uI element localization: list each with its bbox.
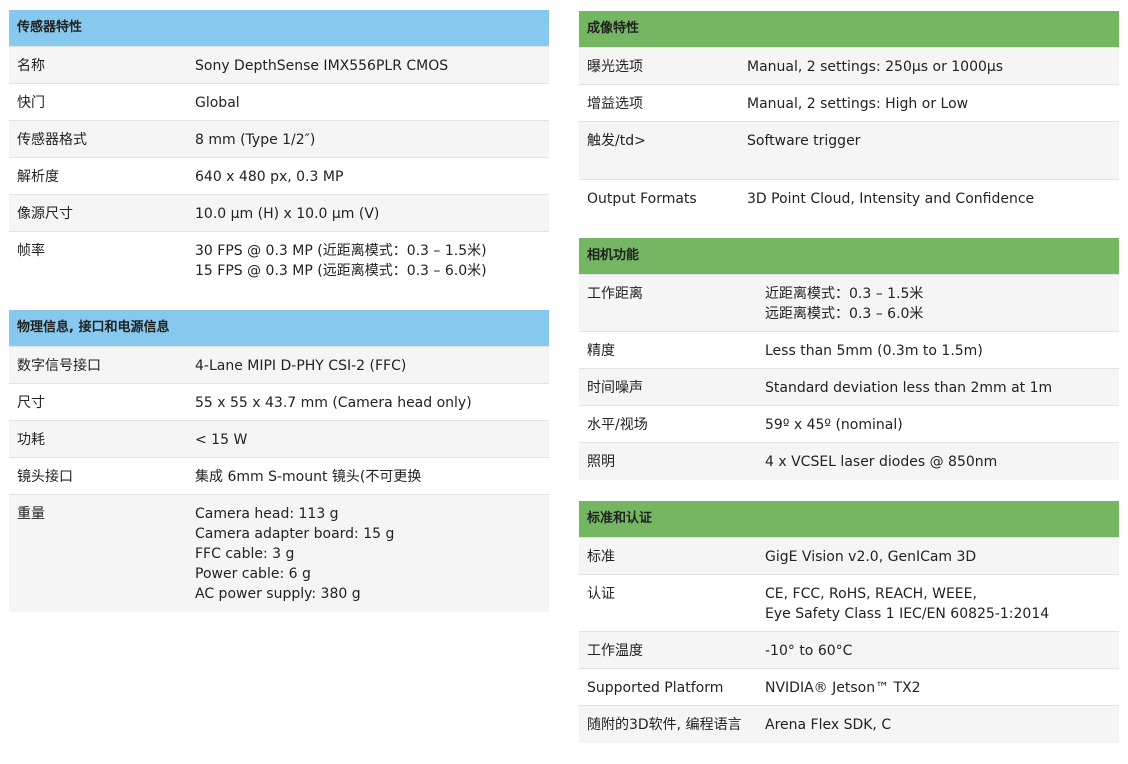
row-value: 640 x 480 px, 0.3 MP xyxy=(195,169,344,185)
standards-section: 标准和认证 标准 GigE Vision v2.0, GenICam 3D 认证… xyxy=(579,501,1119,743)
table-row: 标准 GigE Vision v2.0, GenICam 3D xyxy=(579,538,1119,575)
table-row: 快门 Global xyxy=(9,84,549,121)
table-row: 功耗 < 15 W xyxy=(9,421,549,458)
sensor-section: 传感器特性 名称 Sony DepthSense IMX556PLR CMOS … xyxy=(9,10,549,289)
row-label: 水平/视场 xyxy=(587,417,648,433)
row-value: Manual, 2 settings: 250μs or 1000μs xyxy=(747,59,1004,75)
row-value: 集成 6mm S-mount 镜头(不可更换 xyxy=(195,469,422,485)
row-label: Supported Platform xyxy=(587,680,724,696)
table-row: 数字信号接口 4-Lane MIPI D-PHY CSI-2 (FFC) xyxy=(9,347,549,384)
table-row: 像源尺寸 10.0 µm (H) x 10.0 µm (V) xyxy=(9,195,549,232)
table-row: 水平/视场 59º x 45º (nominal) xyxy=(579,406,1119,443)
table-row: 传感器格式 8 mm (Type 1/2″) xyxy=(9,121,549,158)
row-value: GigE Vision v2.0, GenICam 3D xyxy=(765,549,977,565)
table-row: 触发/td> Software trigger xyxy=(579,122,1119,180)
row-label: 随附的3D软件, 编程语言 xyxy=(587,717,742,733)
row-value: 8 mm (Type 1/2″) xyxy=(195,132,316,148)
row-label: 工作温度 xyxy=(587,643,643,659)
row-value: Arena Flex SDK, C xyxy=(765,717,892,733)
row-value: -10° to 60°C xyxy=(765,643,853,659)
row-label: 数字信号接口 xyxy=(17,358,101,374)
row-label: 解析度 xyxy=(17,169,59,185)
row-value: NVIDIA® Jetson™ TX2 xyxy=(765,680,921,696)
row-label: 触发/td> xyxy=(587,133,646,149)
row-value: 近距离模式：0.3 – 1.5米 远距离模式：0.3 – 6.0米 xyxy=(765,286,924,322)
row-value: CE, FCC, RoHS, REACH, WEEE, Eye Safety C… xyxy=(765,586,1050,622)
row-label: 标准 xyxy=(587,549,615,565)
table-row: 照明 4 x VCSEL laser diodes @ 850nm xyxy=(579,443,1119,480)
row-label: 帧率 xyxy=(17,243,45,259)
table-row: 增益选项 Manual, 2 settings: High or Low xyxy=(579,85,1119,122)
physical-section: 物理信息, 接口和电源信息 数字信号接口 4-Lane MIPI D-PHY C… xyxy=(9,310,549,612)
table-row: Supported Platform NVIDIA® Jetson™ TX2 xyxy=(579,669,1119,706)
row-value: Less than 5mm (0.3m to 1.5m) xyxy=(765,343,983,359)
row-value: Camera head: 113 g Camera adapter board:… xyxy=(195,506,395,602)
table-row: 重量 Camera head: 113 g Camera adapter boa… xyxy=(9,495,549,612)
table-row: 时间噪声 Standard deviation less than 2mm at… xyxy=(579,369,1119,406)
row-label: 传感器格式 xyxy=(17,132,87,148)
row-label: 工作距离 xyxy=(587,286,643,302)
row-value: 10.0 µm (H) x 10.0 µm (V) xyxy=(195,206,380,222)
row-label: Output Formats xyxy=(587,191,697,207)
sensor-section-title: 传感器特性 xyxy=(9,10,549,47)
row-label: 尺寸 xyxy=(17,395,45,411)
row-label: 曝光选项 xyxy=(587,59,643,75)
row-value: Sony DepthSense IMX556PLR CMOS xyxy=(195,58,449,74)
table-row: 认证 CE, FCC, RoHS, REACH, WEEE, Eye Safet… xyxy=(579,575,1119,632)
table-row: 精度 Less than 5mm (0.3m to 1.5m) xyxy=(579,332,1119,369)
table-row: Output Formats 3D Point Cloud, Intensity… xyxy=(579,180,1119,217)
row-value: 55 x 55 x 43.7 mm (Camera head only) xyxy=(195,395,472,411)
physical-section-title: 物理信息, 接口和电源信息 xyxy=(9,310,549,347)
row-label: 镜头接口 xyxy=(17,469,73,485)
row-value: 4-Lane MIPI D-PHY CSI-2 (FFC) xyxy=(195,358,407,374)
row-value: Standard deviation less than 2mm at 1m xyxy=(765,380,1053,396)
camera-section: 相机功能 工作距离 近距离模式：0.3 – 1.5米 远距离模式：0.3 – 6… xyxy=(579,238,1119,480)
row-value: Manual, 2 settings: High or Low xyxy=(747,96,969,112)
table-row: 工作距离 近距离模式：0.3 – 1.5米 远距离模式：0.3 – 6.0米 xyxy=(579,275,1119,332)
row-label: 精度 xyxy=(587,343,615,359)
row-value: 4 x VCSEL laser diodes @ 850nm xyxy=(765,454,998,470)
table-row: 镜头接口 集成 6mm S-mount 镜头(不可更换 xyxy=(9,458,549,495)
row-value: 3D Point Cloud, Intensity and Confidence xyxy=(747,191,1035,207)
row-label: 名称 xyxy=(17,58,45,74)
standards-section-title: 标准和认证 xyxy=(579,501,1119,538)
row-value: 59º x 45º (nominal) xyxy=(765,417,903,433)
row-label: 认证 xyxy=(587,586,615,602)
imaging-section-title: 成像特性 xyxy=(579,11,1119,48)
table-row: 名称 Sony DepthSense IMX556PLR CMOS xyxy=(9,47,549,84)
row-label: 像源尺寸 xyxy=(17,206,73,222)
table-row: 帧率 30 FPS @ 0.3 MP (近距离模式：0.3 – 1.5米) 15… xyxy=(9,232,549,289)
table-row: 尺寸 55 x 55 x 43.7 mm (Camera head only) xyxy=(9,384,549,421)
table-row: 随附的3D软件, 编程语言 Arena Flex SDK, C xyxy=(579,706,1119,743)
camera-section-title: 相机功能 xyxy=(579,238,1119,275)
row-label: 重量 xyxy=(17,506,45,522)
row-label: 时间噪声 xyxy=(587,380,643,396)
row-value: 30 FPS @ 0.3 MP (近距离模式：0.3 – 1.5米) 15 FP… xyxy=(195,243,487,279)
imaging-section: 成像特性 曝光选项 Manual, 2 settings: 250μs or 1… xyxy=(579,11,1119,217)
row-value: < 15 W xyxy=(195,432,248,448)
row-value: Global xyxy=(195,95,240,111)
row-label: 快门 xyxy=(17,95,45,111)
row-value: Software trigger xyxy=(747,133,861,149)
table-row: 解析度 640 x 480 px, 0.3 MP xyxy=(9,158,549,195)
row-label: 增益选项 xyxy=(587,96,643,112)
table-row: 曝光选项 Manual, 2 settings: 250μs or 1000μs xyxy=(579,48,1119,85)
row-label: 功耗 xyxy=(17,432,45,448)
table-row: 工作温度 -10° to 60°C xyxy=(579,632,1119,669)
row-label: 照明 xyxy=(587,454,615,470)
